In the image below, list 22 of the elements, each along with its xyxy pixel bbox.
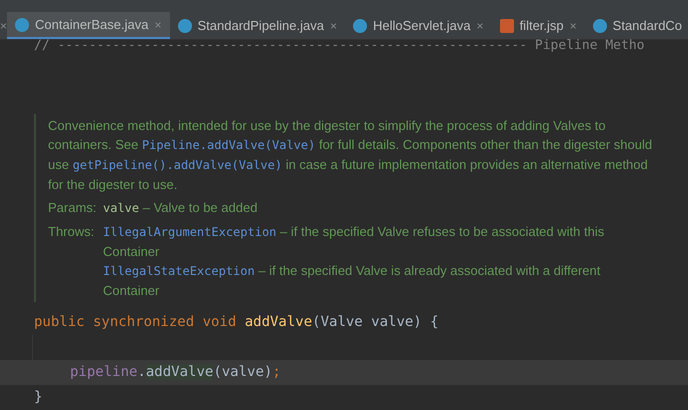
- code-line: // ------------------------------------------------------------ Pipeline Metho: [34, 40, 644, 55]
- doc-entry: valve – Valve to be added: [103, 199, 258, 218]
- editor-tab[interactable]: StandardCo: [584, 12, 688, 39]
- jsp-file-icon: [500, 18, 514, 32]
- editor-tab[interactable]: filter.jsp ×: [492, 12, 585, 39]
- editor-tab[interactable]: ContainerBase.java ×: [7, 12, 170, 39]
- close-icon[interactable]: ×: [0, 12, 8, 39]
- class-icon: [592, 18, 607, 32]
- doc-section-label: Throws:: [48, 223, 96, 242]
- close-icon[interactable]: ×: [154, 16, 162, 34]
- doc-entry: IllegalArgumentException – if the specified Valve refuses to be associated with this Container: [103, 223, 606, 262]
- class-icon: [178, 18, 192, 32]
- editor-tab[interactable]: HelloServlet.java ×: [345, 12, 492, 39]
- close-icon[interactable]: ×: [330, 16, 337, 34]
- editor-tab[interactable]: StandardPipeline.java ×: [170, 12, 345, 39]
- doc-description: Convenience method, intended for use by the digester to simplify the process of adding Valves to containers. See Pipeline.addValve(Valve) for full details. Components other than the digester should use getPipeline().addValve(Valve) in case a future implementation provides an alternative method for the digester to use.: [48, 117, 654, 194]
- class-icon: [353, 18, 367, 32]
- doc-entry: IllegalStateException – if the specified Valve is already associated with a different Container: [103, 262, 602, 300]
- doc-section-label: Params:: [48, 199, 98, 218]
- close-icon[interactable]: ×: [570, 16, 577, 34]
- class-icon: [15, 18, 30, 32]
- close-icon[interactable]: ×: [476, 16, 484, 34]
